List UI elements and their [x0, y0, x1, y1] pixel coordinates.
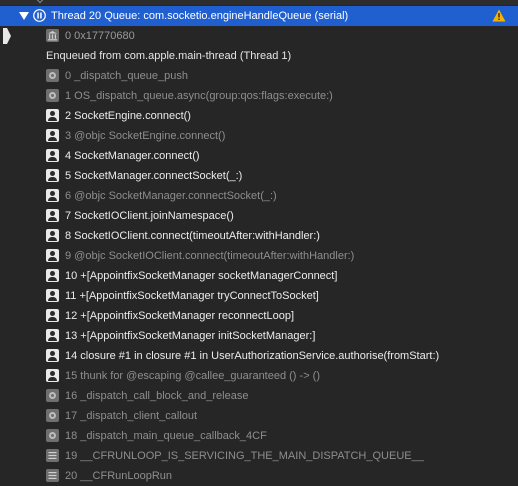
frame-label: 17 _dispatch_client_callout	[65, 410, 198, 422]
gear-icon	[46, 69, 59, 82]
user-icon	[46, 309, 59, 322]
thread-row-selected[interactable]: Thread 20 Queue: com.socketio.engineHand…	[0, 6, 518, 26]
frame-label: 20 __CFRunLoopRun	[65, 470, 173, 482]
building-icon	[46, 29, 59, 42]
stack-frame-row[interactable]: 15 thunk for @escaping @callee_guarantee…	[0, 366, 518, 386]
frame-label: 10 +[AppointfixSocketManager socketManag…	[65, 270, 338, 282]
stack-frame-row[interactable]: 14 closure #1 in closure #1 in UserAutho…	[0, 346, 518, 366]
stack-frame-row[interactable]: 2 SocketEngine.connect()	[0, 106, 518, 126]
stack-frame-row[interactable]: 16 _dispatch_call_block_and_release	[0, 386, 518, 406]
frame-label: 8 SocketIOClient.connect(timeoutAfter:wi…	[65, 230, 320, 242]
stack-frame-row[interactable]: 8 SocketIOClient.connect(timeoutAfter:wi…	[0, 226, 518, 246]
frame-label: 0 0x17770680	[65, 30, 135, 42]
frame-label: 11 +[AppointfixSocketManager tryConnectT…	[65, 290, 319, 302]
stack-frame-row[interactable]: 6 @objc SocketManager.connectSocket(_:)	[0, 186, 518, 206]
frame-label: 3 @objc SocketEngine.connect()	[65, 130, 226, 142]
user-icon	[46, 129, 59, 142]
frame-label: 7 SocketIOClient.joinNamespace()	[65, 210, 234, 222]
stack-frame-row[interactable]: 4 SocketManager.connect()	[0, 146, 518, 166]
stack-frame-row[interactable]: 7 SocketIOClient.joinNamespace()	[0, 206, 518, 226]
enqueued-from-label: Enqueued from com.apple.main-thread (Thr…	[46, 50, 292, 62]
thread-title: Thread 20 Queue: com.socketio.engineHand…	[51, 10, 349, 22]
frame-label: 6 @objc SocketManager.connectSocket(_:)	[65, 190, 277, 202]
lines-icon	[46, 449, 59, 462]
frame-label: 12 +[AppointfixSocketManager reconnectLo…	[65, 310, 295, 322]
top-strip	[0, 0, 518, 5]
stack-frame-row[interactable]: 19 __CFRUNLOOP_IS_SERVICING_THE_MAIN_DIS…	[0, 446, 518, 466]
frame-label: 2 SocketEngine.connect()	[65, 110, 191, 122]
frame-label: 14 closure #1 in closure #1 in UserAutho…	[65, 350, 440, 362]
user-icon	[46, 149, 59, 162]
user-icon	[46, 209, 59, 222]
stack-frame-row[interactable]: 18 _dispatch_main_queue_callback_4CF	[0, 426, 518, 446]
frame-label: 19 __CFRUNLOOP_IS_SERVICING_THE_MAIN_DIS…	[65, 450, 424, 462]
warning-triangle-icon[interactable]	[492, 9, 506, 22]
thread-icon	[33, 9, 46, 22]
stack-frame-row[interactable]: 17 _dispatch_client_callout	[0, 406, 518, 426]
lines-icon	[46, 469, 59, 482]
gear-icon	[46, 89, 59, 102]
stack-frame-row[interactable]: 0 _dispatch_queue_push	[0, 66, 518, 86]
user-icon	[46, 269, 59, 282]
frame-label: 9 @objc SocketIOClient.connect(timeoutAf…	[65, 250, 355, 262]
chevron-down-icon	[35, 0, 45, 4]
user-icon	[46, 169, 59, 182]
user-icon	[46, 329, 59, 342]
disclosure-triangle-icon[interactable]	[19, 12, 29, 20]
stack-frame-row[interactable]: 12 +[AppointfixSocketManager reconnectLo…	[0, 306, 518, 326]
user-icon	[46, 289, 59, 302]
frame-label: 0 _dispatch_queue_push	[65, 70, 188, 82]
gear-icon	[46, 429, 59, 442]
stack-frame-row[interactable]: 10 +[AppointfixSocketManager socketManag…	[0, 266, 518, 286]
stack-frame-row[interactable]: 13 +[AppointfixSocketManager initSocketM…	[0, 326, 518, 346]
stack-frame-row[interactable]: 3 @objc SocketEngine.connect()	[0, 126, 518, 146]
user-icon	[46, 109, 59, 122]
user-icon	[46, 229, 59, 242]
frame-label: 4 SocketManager.connect()	[65, 150, 200, 162]
user-icon	[46, 349, 59, 362]
frame-label: 1 OS_dispatch_queue.async(group:qos:flag…	[65, 90, 333, 102]
stack-frame-row[interactable]: 20 __CFRunLoopRun	[0, 466, 518, 486]
frame-label: 18 _dispatch_main_queue_callback_4CF	[65, 430, 267, 442]
gear-icon	[46, 409, 59, 422]
stack-frame-row[interactable]: 9 @objc SocketIOClient.connect(timeoutAf…	[0, 246, 518, 266]
user-icon	[46, 249, 59, 262]
stack-frame-row[interactable]: 5 SocketManager.connectSocket(_:)	[0, 166, 518, 186]
frame-label: 5 SocketManager.connectSocket(_:)	[65, 170, 243, 182]
frame-row-address[interactable]: 0 0x17770680	[0, 26, 518, 46]
user-icon	[46, 189, 59, 202]
stack-frame-row[interactable]: 11 +[AppointfixSocketManager tryConnectT…	[0, 286, 518, 306]
frame-label: 13 +[AppointfixSocketManager initSocketM…	[65, 330, 316, 342]
user-icon	[46, 369, 59, 382]
gear-icon	[46, 389, 59, 402]
stack-frame-row[interactable]: 1 OS_dispatch_queue.async(group:qos:flag…	[0, 86, 518, 106]
frame-label: 15 thunk for @escaping @callee_guarantee…	[65, 370, 320, 382]
frame-label: 16 _dispatch_call_block_and_release	[65, 390, 249, 402]
